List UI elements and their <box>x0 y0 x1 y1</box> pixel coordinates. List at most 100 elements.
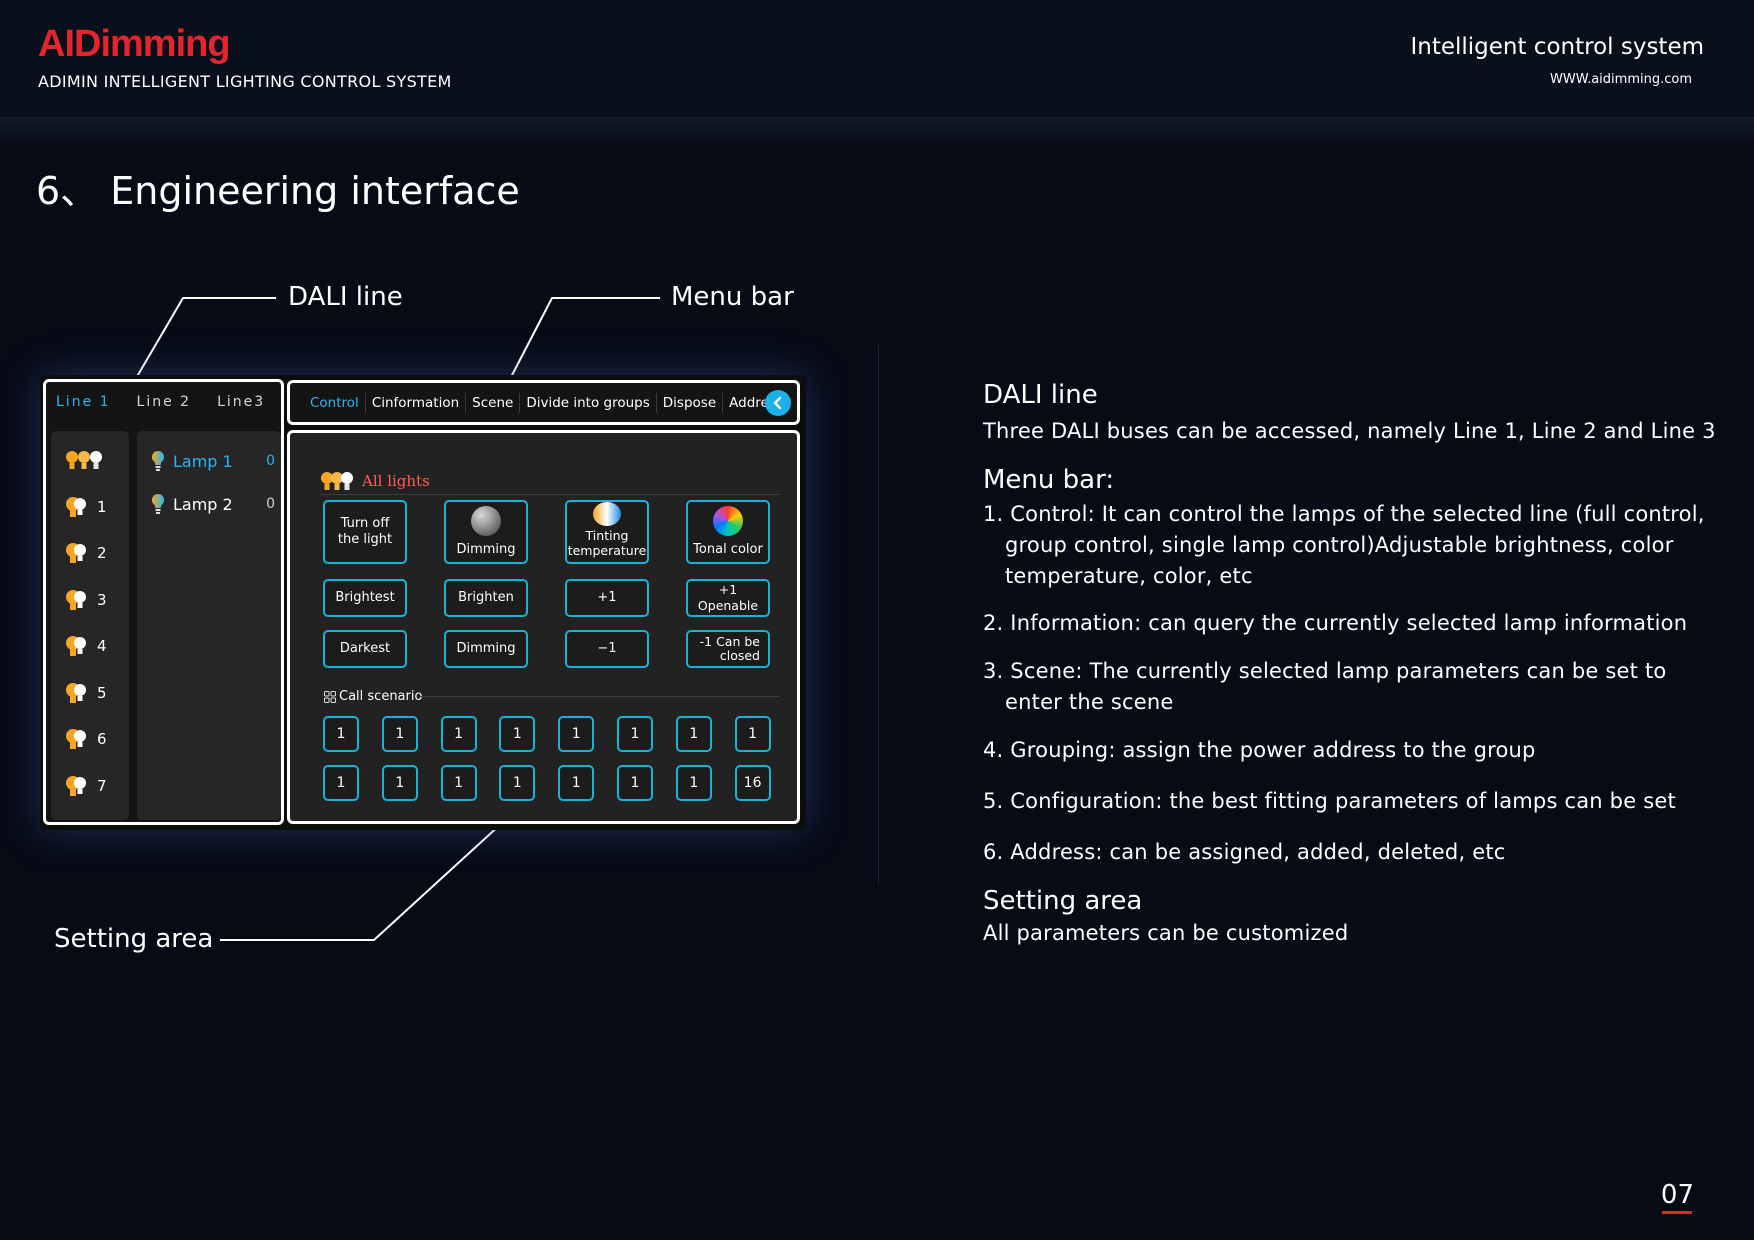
minus-one-closable-button[interactable]: -1 Can be closed <box>686 630 770 668</box>
color-temperature-icon <box>593 502 621 526</box>
all-lights-header[interactable]: All lights <box>320 469 430 493</box>
callout-dali-line: DALI line <box>288 282 403 312</box>
scene-button[interactable]: 1 <box>499 716 536 752</box>
setting-area-heading: Setting area <box>983 886 1143 916</box>
button-label: −1 <box>597 641 617 656</box>
brightest-button[interactable]: Brightest <box>323 579 407 617</box>
grid-icon <box>324 690 336 703</box>
group-item-4[interactable]: 4 <box>65 631 107 661</box>
group-bulb-icon <box>66 589 86 610</box>
group-item-5[interactable]: 5 <box>65 678 107 708</box>
menu-desc-item: 6. Address: can be assigned, added, dele… <box>983 840 1506 864</box>
group-bulb-icon <box>66 543 86 563</box>
scene-button[interactable]: 1 <box>440 765 477 801</box>
menu-information[interactable]: Cinformation <box>366 395 465 411</box>
group-bulb-icon <box>66 496 86 517</box>
menu-control[interactable]: Control <box>304 395 365 411</box>
scene-button[interactable]: 1 <box>381 765 418 801</box>
menu-desc-item: 3. Scene: The currently selected lamp pa… <box>983 659 1667 714</box>
button-label: Brightest <box>335 590 395 605</box>
lamp-bulb-icon <box>151 493 165 514</box>
menu-desc-item: 5. Configuration: the best fitting param… <box>983 789 1676 813</box>
plus-one-button[interactable]: +1 <box>565 579 649 617</box>
lamp-list: Lamp 1 0 Lamp 2 0 <box>137 431 281 820</box>
lamp-item-2[interactable]: Lamp 2 0 <box>151 489 275 519</box>
group-list: 1 2 3 4 5 6 7 <box>51 431 129 820</box>
all-groups-icon <box>66 451 102 469</box>
back-button[interactable] <box>765 390 791 416</box>
menu-groups[interactable]: Divide into groups <box>520 395 655 411</box>
line-tabs: Line 1 Line 2 Line3 <box>56 394 265 410</box>
button-label: Tinting temperature <box>567 528 647 558</box>
tab-line-1[interactable]: Line 1 <box>56 394 111 410</box>
button-label: Turn off the light <box>337 516 393 547</box>
scene-button[interactable]: 1 <box>558 716 595 752</box>
lamp-item-1[interactable]: Lamp 1 0 <box>151 446 275 476</box>
menu-desc-item: 1. Control: It can control the lamps of … <box>983 502 1705 588</box>
callout-setting-area: Setting area <box>54 924 214 954</box>
button-label: Tonal color <box>693 542 763 557</box>
menu-bar: Control Cinformation Scene Divide into g… <box>287 380 800 425</box>
scene-button[interactable]: 1 <box>499 765 536 801</box>
setting-area: All lights Turn off the light Dimming Ti… <box>287 430 800 824</box>
group-number: 6 <box>97 730 107 748</box>
menu-dispose[interactable]: Dispose <box>657 395 722 411</box>
group-item-1[interactable]: 1 <box>65 492 107 522</box>
plus-one-openable-button[interactable]: +1 Openable <box>686 579 770 617</box>
dali-line-text: Three DALI buses can be accessed, namely… <box>983 419 1716 443</box>
scene-button[interactable]: 1 <box>675 716 712 752</box>
tinting-temperature-button[interactable]: Tinting temperature <box>565 500 649 564</box>
call-scenario-label: Call scenario <box>339 689 423 704</box>
group-number: 7 <box>97 776 107 795</box>
group-number: 4 <box>97 637 107 655</box>
dali-line-panel: Line 1 Line 2 Line3 1 2 3 4 5 6 7 Lamp 1 0 Lam… <box>43 379 284 825</box>
group-item-7[interactable]: 7 <box>65 771 107 801</box>
scene-button[interactable]: 16 <box>734 765 771 801</box>
all-lights-icon <box>321 472 353 490</box>
group-bulb-icon <box>66 636 86 656</box>
menu-scene[interactable]: Scene <box>466 395 519 411</box>
page-number-underline <box>1662 1211 1692 1214</box>
menu-desc-item: 2. Information: can query the currently … <box>983 611 1688 635</box>
scene-button[interactable]: 1 <box>734 716 771 752</box>
scene-button[interactable]: 1 <box>323 716 359 752</box>
button-label: Darkest <box>339 641 391 656</box>
dali-line-heading: DALI line <box>983 380 1098 410</box>
group-item-2[interactable]: 2 <box>65 538 107 568</box>
turn-off-button[interactable]: Turn off the light <box>323 500 407 564</box>
menu-bar-heading: Menu bar: <box>983 465 1115 495</box>
group-item-6[interactable]: 6 <box>65 724 107 754</box>
scene-button[interactable]: 1 <box>440 716 477 752</box>
scene-button[interactable]: 1 <box>617 765 653 801</box>
setting-area-text: All parameters can be customized <box>983 921 1349 945</box>
lamp-count: 0 <box>266 453 275 469</box>
menu-desc-item: 4. Grouping: assign the power address to… <box>983 738 1536 762</box>
call-scenario-header: Call scenario <box>324 689 422 704</box>
minus-one-button[interactable]: −1 <box>565 630 649 668</box>
group-bulb-icon <box>66 729 86 749</box>
column-divider <box>878 345 879 885</box>
scene-button[interactable]: 1 <box>558 765 595 801</box>
lamp-count: 0 <box>266 496 275 512</box>
tab-line-3[interactable]: Line3 <box>217 394 265 410</box>
lamp-bulb-icon <box>151 450 165 471</box>
group-item-all[interactable] <box>65 445 115 475</box>
divider <box>320 494 780 495</box>
group-number: 1 <box>97 497 107 516</box>
group-bulb-icon <box>66 682 86 703</box>
brighten-button[interactable]: Brighten <box>444 579 528 617</box>
tonal-color-button[interactable]: Tonal color <box>686 500 770 564</box>
tab-line-2[interactable]: Line 2 <box>137 394 192 410</box>
group-item-3[interactable]: 3 <box>65 585 107 615</box>
scene-button[interactable]: 1 <box>323 765 359 801</box>
dimming-button[interactable]: Dimming <box>444 630 528 668</box>
scene-button[interactable]: 1 <box>675 765 712 801</box>
darkest-button[interactable]: Darkest <box>323 630 407 668</box>
scene-button[interactable]: 1 <box>381 716 418 752</box>
lamp-name: Lamp 1 <box>173 451 233 471</box>
dimming-knob-button[interactable]: Dimming <box>444 500 528 564</box>
group-number: 5 <box>97 683 107 702</box>
scene-button[interactable]: 1 <box>617 716 653 752</box>
divider <box>420 696 780 697</box>
brightness-knob-icon <box>471 506 501 536</box>
